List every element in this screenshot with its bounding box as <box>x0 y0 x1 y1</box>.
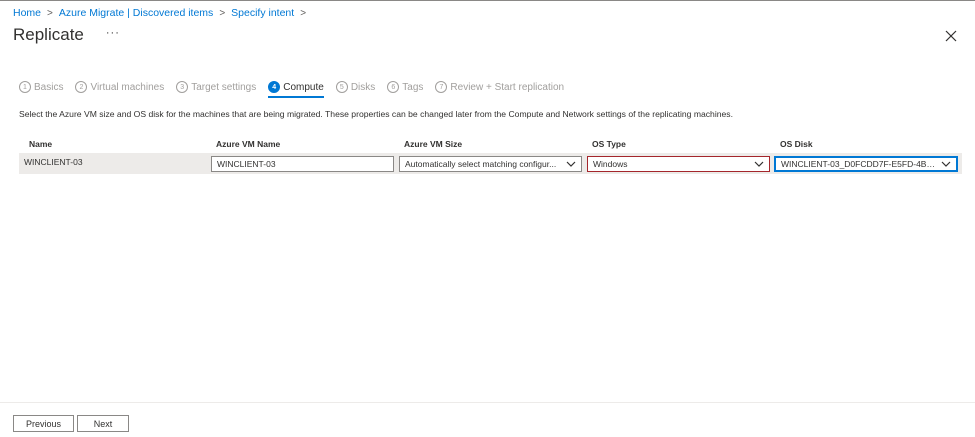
step-number: 6 <box>387 81 400 93</box>
step-label: Target settings <box>191 81 257 93</box>
title-row: Replicate ··· <box>13 25 120 45</box>
wizard-steps: 1 Basics 2 Virtual machines 3 Target set… <box>19 81 576 98</box>
breadcrumb-home[interactable]: Home <box>13 7 41 19</box>
step-label: Tags <box>402 81 424 93</box>
column-header-azure-vm-size: Azure VM Size <box>404 139 463 149</box>
azure-vm-name-input[interactable]: WINCLIENT-03 <box>211 156 394 172</box>
table-row[interactable]: WINCLIENT-03 WINCLIENT-03 Automatically … <box>19 153 962 174</box>
step-label: Virtual machines <box>90 81 165 93</box>
tab-tags[interactable]: 6 Tags <box>387 81 423 93</box>
step-number: 5 <box>335 81 348 93</box>
more-options-icon[interactable]: ··· <box>106 27 120 39</box>
breadcrumb-separator: > <box>47 7 53 19</box>
footer-divider <box>0 402 975 403</box>
chevron-down-icon <box>566 161 576 167</box>
os-disk-value: WINCLIENT-03_D0FCDD7F-E5FD-4B0F-... <box>781 159 947 169</box>
close-icon[interactable] <box>943 28 959 44</box>
column-header-os-type: OS Type <box>592 139 626 149</box>
azure-vm-size-value: Automatically select matching configur..… <box>405 159 557 169</box>
next-button[interactable]: Next <box>77 415 129 432</box>
step-label: Disks <box>350 81 376 93</box>
step-label: Review + Start replication <box>450 81 565 93</box>
breadcrumb-specify-intent[interactable]: Specify intent <box>231 7 294 19</box>
os-type-value: Windows <box>593 159 628 169</box>
grid-header: Name Azure VM Name Azure VM Size OS Type… <box>19 135 962 153</box>
os-type-dropdown[interactable]: Windows <box>587 156 770 172</box>
tab-disks[interactable]: 5 Disks <box>335 81 376 93</box>
step-number: 3 <box>176 81 189 93</box>
page-title: Replicate <box>13 25 84 44</box>
compute-grid: Name Azure VM Name Azure VM Size OS Type… <box>19 135 962 174</box>
tab-basics[interactable]: 1 Basics <box>19 81 63 93</box>
breadcrumb: Home > Azure Migrate | Discovered items … <box>13 7 312 19</box>
tab-target-settings[interactable]: 3 Target settings <box>176 81 256 93</box>
column-header-azure-vm-name: Azure VM Name <box>216 139 281 149</box>
tab-virtual-machines[interactable]: 2 Virtual machines <box>75 81 164 93</box>
step-label: Basics <box>34 81 64 93</box>
azure-vm-size-dropdown[interactable]: Automatically select matching configur..… <box>399 156 582 172</box>
column-header-name: Name <box>29 139 53 149</box>
breadcrumb-separator: > <box>300 7 307 19</box>
previous-button[interactable]: Previous <box>13 415 74 432</box>
tab-review-start-replication[interactable]: 7 Review + Start replication <box>435 81 564 93</box>
os-disk-dropdown[interactable]: WINCLIENT-03_D0FCDD7F-E5FD-4B0F-... <box>774 156 958 172</box>
breadcrumb-separator: > <box>219 7 226 19</box>
step-label: Compute <box>283 81 324 93</box>
machine-name: WINCLIENT-03 <box>24 157 83 167</box>
step-number: 1 <box>19 81 31 93</box>
chevron-down-icon <box>941 161 951 167</box>
tab-compute[interactable]: 4 Compute <box>268 81 324 98</box>
column-header-os-disk: OS Disk <box>780 139 813 149</box>
step-number: 7 <box>435 81 448 93</box>
step-number: 2 <box>75 81 88 93</box>
chevron-down-icon <box>754 161 764 167</box>
compute-description: Select the Azure VM size and OS disk for… <box>19 109 733 119</box>
breadcrumb-discovered-items[interactable]: Azure Migrate | Discovered items <box>59 7 213 19</box>
step-number: 4 <box>268 81 281 93</box>
